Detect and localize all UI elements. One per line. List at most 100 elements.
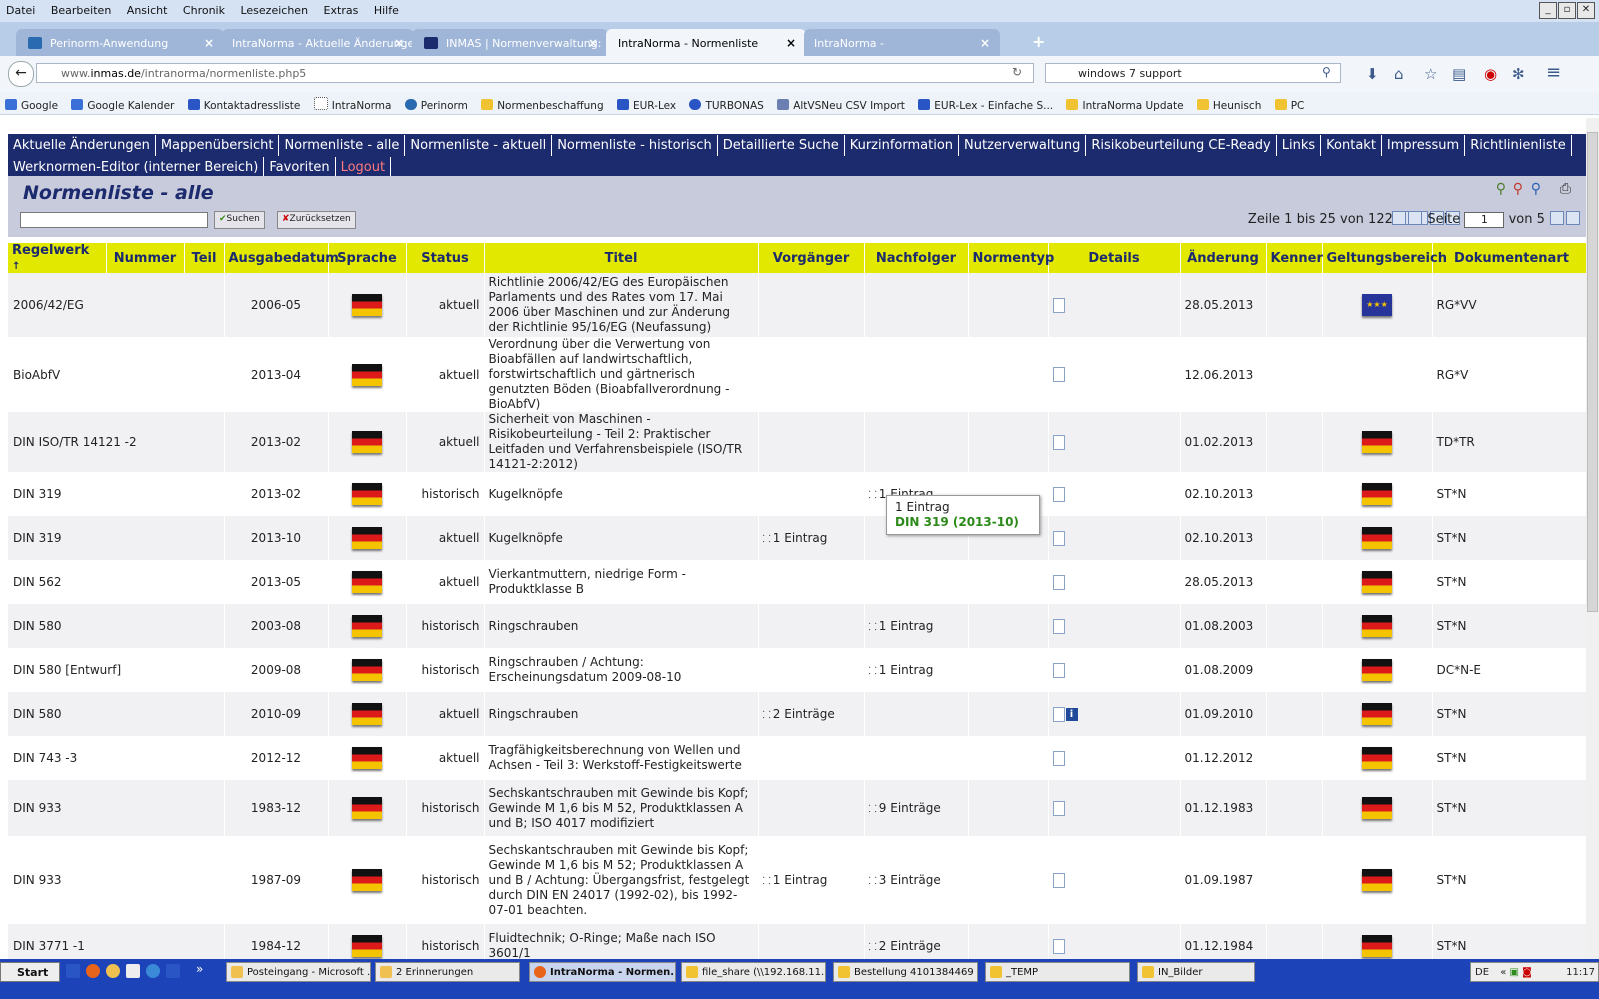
close-tab-icon[interactable]: × (394, 36, 404, 50)
zoom-out-icon[interactable]: ⚲ (1513, 181, 1523, 197)
zoom-in-icon[interactable]: ⚲ (1496, 181, 1506, 197)
cell-regelwerk[interactable]: DIN 933 (8, 836, 225, 924)
nav-nutzerverwaltung[interactable]: Nutzerverwaltung (959, 135, 1087, 156)
bookmark-intranorma-update[interactable]: IntraNorma Update (1061, 94, 1188, 112)
menu-extras[interactable]: Extras (318, 0, 365, 17)
volume-icon[interactable]: ◙ (1522, 967, 1532, 978)
cell-regelwerk[interactable]: 2006/42/EG (8, 273, 225, 337)
page-input[interactable]: 1 (1464, 212, 1505, 228)
tooltip-link[interactable]: DIN 319 (2013-10) (895, 515, 1019, 529)
column-header-dokumentenart[interactable]: Dokumentenart (1432, 243, 1592, 273)
document-icon[interactable] (1052, 938, 1065, 954)
tab-aktuelle-aenderungen[interactable]: IntraNorma - Aktuelle Änderungen × (222, 29, 414, 56)
network-icon[interactable]: ▣ (1510, 967, 1519, 978)
column-header-kenner[interactable]: Kenner (1266, 243, 1323, 273)
bookmark-google-kalender[interactable]: Google Kalender (66, 94, 179, 112)
desktop-icon[interactable] (66, 964, 80, 978)
table-row[interactable]: DIN 319 2013-10 aktuell Kugelknöpfe ⸬ 1 Eintr… (8, 516, 1592, 560)
document-icon[interactable] (1052, 706, 1065, 722)
task-erinnerungen[interactable]: 2 Erinnerungen (375, 962, 520, 982)
bookmark-perinorm[interactable]: Perinorm (400, 94, 473, 112)
nav-normenliste-historisch[interactable]: Normenliste - historisch (552, 135, 718, 156)
bookmark-kontaktadressliste[interactable]: Kontaktadressliste (183, 94, 306, 112)
extension-icon[interactable]: ✻ (1512, 65, 1525, 83)
nav-kontakt[interactable]: Kontakt (1321, 135, 1382, 156)
predecessor-link[interactable]: ⸬ 2 Einträge (763, 707, 835, 721)
cell-regelwerk[interactable]: DIN ISO/TR 14121 -2 (8, 412, 225, 472)
successor-link[interactable]: ⸬ 9 Einträge (869, 801, 941, 815)
cell-regelwerk[interactable]: DIN 319 (8, 472, 225, 516)
table-row[interactable]: DIN 562 2013-05 aktuell Vierkantmuttern, ni… (8, 560, 1592, 604)
document-icon[interactable] (1052, 434, 1065, 450)
document-icon[interactable] (1052, 486, 1065, 502)
cell-regelwerk[interactable]: DIN 580 [Entwurf] (8, 648, 225, 692)
search-icon[interactable]: ⚲ (1322, 65, 1331, 79)
menu-chronik[interactable]: Chronik (177, 0, 231, 17)
predecessor-link[interactable]: ⸬ 1 Eintrag (763, 531, 828, 545)
new-tab-icon[interactable]: + (1032, 32, 1045, 51)
task-bestellung[interactable]: Bestellung 4101384469 (833, 962, 978, 982)
bookmark-altvsneu[interactable]: AltVSNeu CSV Import (772, 94, 910, 112)
next-page-icon[interactable] (1550, 211, 1564, 225)
column-header-teil[interactable]: Teil (184, 243, 225, 273)
tray-expand-icon[interactable]: « (1500, 967, 1506, 978)
table-row[interactable]: DIN 933 1987-09 historisch Sechskantschraub… (8, 836, 1592, 924)
close-window-button[interactable]: ✕ (1577, 2, 1595, 19)
task-file-share[interactable]: file_share (\\192.168.11.6) (681, 962, 826, 982)
bookmark-pc[interactable]: PC (1270, 94, 1310, 112)
media-icon[interactable] (166, 964, 180, 978)
tab-intranorma[interactable]: IntraNorma - × (804, 29, 1000, 56)
search-input[interactable] (20, 212, 208, 228)
menu-ansicht[interactable]: Ansicht (121, 0, 174, 17)
bookmark-normenbeschaffung[interactable]: Normenbeschaffung (476, 94, 608, 112)
table-row[interactable]: BioAbfV 2013-04 aktuell Verordnung über die… (8, 337, 1592, 412)
menu-bearbeiten[interactable]: Bearbeiten (45, 0, 117, 17)
tab-normenliste[interactable]: IntraNorma - Normenliste × (606, 29, 806, 56)
first-page-icon[interactable] (1392, 211, 1407, 225)
column-header-status[interactable]: Status (406, 243, 485, 273)
task-in-bilder[interactable]: IN_Bilder (1137, 962, 1255, 982)
outlook-icon[interactable] (106, 964, 120, 978)
column-header-geltungsbereich[interactable]: Geltungsbereich (1322, 243, 1447, 273)
document-icon[interactable] (1052, 367, 1065, 382)
column-header-aenderung[interactable]: Änderung (1180, 243, 1267, 273)
bookmark-google[interactable]: Google (0, 94, 63, 112)
bookmark-intranorma[interactable]: IntraNorma (309, 92, 397, 112)
successor-link[interactable]: ⸬ 3 Einträge (869, 873, 941, 887)
info-icon[interactable]: i (1065, 707, 1078, 721)
firefox-icon[interactable] (86, 964, 100, 978)
addon-icon[interactable]: ◉ (1484, 65, 1497, 83)
column-header-titel[interactable]: Titel (484, 243, 759, 273)
document-icon[interactable] (1052, 618, 1065, 634)
tab-inmas[interactable]: INMAS | Normenverwaltung: ... × (412, 29, 608, 56)
reset-button[interactable]: ✘Zurücksetzen (277, 211, 356, 229)
bookmark-heunisch[interactable]: Heunisch (1192, 94, 1266, 112)
search-button[interactable]: ✔Suchen (214, 211, 265, 229)
document-icon[interactable] (1052, 750, 1065, 766)
minimize-button[interactable]: _ (1539, 2, 1557, 19)
document-icon[interactable] (1052, 662, 1065, 678)
cell-regelwerk[interactable]: DIN 933 (8, 780, 225, 836)
nav-werknormen-editor[interactable]: Werknormen-Editor (interner Bereich) (8, 157, 265, 178)
bookmark-turbonas[interactable]: TURBONAS (684, 94, 768, 112)
table-row[interactable]: DIN 580 2010-09 aktuell Ringschrauben ⸬ 2 Ein… (8, 692, 1592, 736)
tab-perinorm[interactable]: Perinorm-Anwendung × (16, 29, 224, 56)
column-header-nachfolger[interactable]: Nachfolger (864, 243, 969, 273)
table-row[interactable]: DIN 580 2003-08 historisch Ringschrauben ⸬ 1 … (8, 604, 1592, 648)
menu-datei[interactable]: Datei (0, 0, 41, 17)
last-page-icon[interactable] (1566, 211, 1580, 225)
table-row[interactable]: DIN 319 2013-02 historisch Kugelknöpfe ⸬ 1 Ei… (8, 472, 1592, 516)
sort-up-icon[interactable]: ↑ (12, 261, 20, 272)
more-icon[interactable]: » (196, 962, 210, 976)
table-row[interactable]: DIN 743 -3 2012-12 aktuell Tragfähigkeitsbe… (8, 736, 1592, 780)
predecessor-link[interactable]: ⸬ 1 Eintrag (763, 873, 828, 887)
app-icon[interactable] (126, 964, 140, 978)
successor-link[interactable]: ⸬ 1 Eintrag (869, 619, 934, 633)
print-icon[interactable]: ⎙ (1560, 181, 1571, 197)
task-intranorma[interactable]: IntraNorma - Normen... (529, 962, 676, 982)
language-indicator[interactable]: DE (1475, 967, 1489, 978)
task-temp[interactable]: _TEMP (985, 962, 1130, 982)
close-tab-icon[interactable]: × (980, 36, 990, 50)
task-posteingang[interactable]: Posteingang - Microsoft ... (226, 962, 371, 982)
document-icon[interactable] (1052, 872, 1065, 888)
